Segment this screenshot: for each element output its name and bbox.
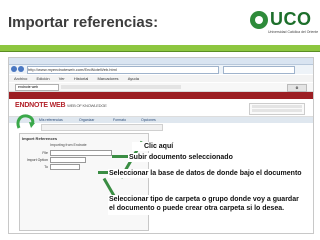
uco-logo-tagline: Universidad Católica del Oriente [268,30,319,34]
tab-organizar[interactable]: Organizar [79,117,94,123]
menu-item[interactable]: Historial [74,76,88,81]
callout-marker-base [98,171,108,174]
endnote-subnav[interactable] [41,124,163,131]
menu-item[interactable]: Edición [36,76,49,81]
import-references-panel: Import References Importing from Endnote… [19,133,149,231]
toolbar-search-input[interactable]: endnote web [15,84,59,91]
browser-address-bar: http://www.myendnoteweb.com/EndNoteWeb.h… [9,65,313,74]
curved-arrow-icon [16,114,35,129]
endnote-nav: Mis referencias Organizar Formato Opcion… [9,117,313,123]
menu-item[interactable]: Ver [59,76,65,81]
browser-toolbar: endnote web ⚙ [9,83,313,92]
url-input[interactable]: http://www.myendnoteweb.com/EndNoteWeb.h… [27,66,219,74]
uco-logo-mark-icon [250,11,268,29]
tab-mis-referencias[interactable]: Mis referencias [39,117,63,123]
callout-clic-aqui: Clic aquí [144,143,174,150]
uco-logo-text: UCO [270,9,312,29]
endnote-header: ENDNOTE WEB WEB OF KNOWLEDGE [9,100,313,117]
toolbar-settings-icon[interactable]: ⚙ [287,84,307,92]
endnote-logo-main: ENDNOTE WEB [15,102,66,109]
menu-item[interactable]: Ayuda [128,76,139,81]
slide-title: Importar referencias: [8,14,159,31]
browser-menubar: Archivo Edición Ver Historial Marcadores… [9,75,313,82]
browser-titlebar [9,58,313,65]
import-option-select[interactable] [50,157,86,163]
menu-item[interactable]: Marcadores [97,76,118,81]
browser-search-input[interactable] [223,66,295,74]
file-input[interactable] [50,150,112,156]
panel-subtitle: Importing from Endnote [50,143,87,147]
menu-item[interactable]: Archivo [14,76,27,81]
tab-opciones[interactable]: Opciones [141,117,156,123]
endnote-banner [9,92,313,99]
callout-seleccionar-carpeta-line1: Seleccionar tipo de carpeta o grupo dond… [109,196,299,203]
panel-title: Import References [22,136,58,141]
endnote-user-box[interactable] [249,103,305,115]
toolbar-buttons[interactable] [61,85,181,89]
forward-icon[interactable] [18,66,24,72]
tab-formato[interactable]: Formato [113,117,126,123]
title-divider-line [0,51,320,52]
back-icon[interactable] [11,66,17,72]
endnote-logo-sub: WEB OF KNOWLEDGE [67,103,107,108]
to-folder-select[interactable] [50,164,80,170]
callout-seleccionar-base: Seleccionar la base de datos de donde ba… [109,170,302,177]
callout-subir-documento: Subir documento seleccionado [129,154,233,161]
callout-seleccionar-carpeta-line2: el documento o puede crear otra carpeta … [109,205,285,212]
import-option-label: Import Option [26,157,48,162]
file-label: File [42,150,48,155]
to-label: To [44,164,48,169]
uco-logo: UCO Universidad Católica del Oriente [250,7,319,39]
endnote-logo: ENDNOTE WEB WEB OF KNOWLEDGE [15,102,107,109]
